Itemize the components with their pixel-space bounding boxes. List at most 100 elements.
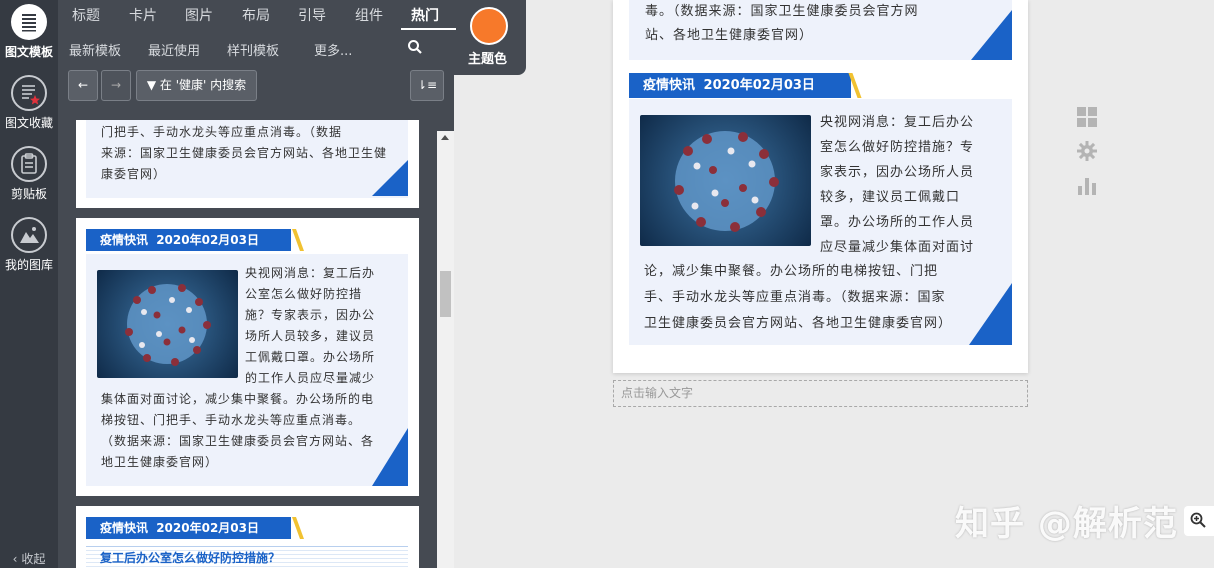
subtab-recent[interactable]: 最近使用 — [148, 40, 200, 59]
text-line: 较多，建议员工佩戴口 — [820, 190, 961, 205]
scroll-thumb[interactable] — [440, 271, 451, 317]
tab-guide[interactable]: 引导 — [298, 5, 326, 25]
list-scrollbar[interactable] — [437, 131, 454, 568]
editor-tag: 疫情快讯 2020年02月03日 — [629, 73, 851, 98]
tab-hot[interactable]: 热门 — [411, 5, 439, 25]
tag-date: 2020年02月03日 — [156, 233, 260, 247]
search-in-label: 在 '健康' 内搜索 — [159, 78, 247, 92]
text-line: 集体面对面讨论，减少集中聚餐。办公场所的电 — [101, 392, 375, 406]
editor-text-full: 论，减少集中聚餐。办公场所的电梯按钮、门把 手、手动水龙头等应重点消毒。（数据来… — [644, 259, 1009, 337]
grid-icon[interactable] — [1076, 106, 1098, 128]
collapse-label: 收起 — [21, 552, 46, 566]
corner-decoration — [372, 428, 408, 486]
text-line: 卫生健康委员会官方网站、各地卫生健康委官网） — [644, 316, 953, 331]
card-tag: 疫情快讯 2020年02月03日 — [86, 229, 291, 251]
search-icon[interactable] — [406, 38, 424, 56]
arrow-right-icon: → — [110, 78, 122, 92]
subtab-sample[interactable]: 样刊模板 — [227, 40, 279, 59]
rail-item-template[interactable]: 图文模板 — [0, 4, 58, 60]
card-subtitle: 复工后办公室怎么做好防控措施？ — [100, 551, 281, 565]
corner-decoration — [971, 10, 1012, 60]
text-line: 家表示，因办公场所人员 — [820, 165, 975, 180]
editor-text-top: 毒。（数据来源：国家卫生健康委员会官方网 站、各地卫生健康委官网） — [645, 0, 1005, 48]
editor-canvas[interactable]: 毒。（数据来源：国家卫生健康委员会官方网 站、各地卫生健康委官网） 疫情快讯 2… — [613, 0, 1028, 373]
tag-stripe — [291, 517, 305, 539]
watermark: 知乎 @解析范 — [955, 504, 1178, 544]
active-tab-indicator — [401, 28, 456, 30]
zoom-in-icon — [1189, 511, 1207, 533]
left-rail: 图文模板 图文收藏 剪贴板 我的图库 ‹ 收起 — [0, 0, 58, 568]
text-line: 室怎么做好防控措施？专 — [820, 140, 975, 155]
text-line: 康委官网） — [101, 167, 167, 181]
rail-label: 图文收藏 — [4, 116, 53, 130]
image-gallery-icon — [11, 217, 47, 253]
tab-title[interactable]: 标题 — [72, 5, 100, 25]
tab-layout[interactable]: 布局 — [242, 5, 270, 25]
search-in-category-button[interactable]: ▼ 在 '健康' 内搜索 — [136, 70, 257, 101]
tag-title: 疫情快讯 — [100, 521, 149, 535]
template-card[interactable]: 疫情快讯 2020年02月03日 央视网消息：复工后办 公室怎么做好防控措 施？… — [76, 218, 419, 496]
rail-label: 图文模板 — [4, 45, 53, 59]
rail-item-gallery[interactable]: 我的图库 — [0, 217, 58, 273]
tab-component[interactable]: 组件 — [355, 5, 383, 25]
template-card[interactable]: 疫情快讯 2020年02月03日 复工后办公室怎么做好防控措施？ — [76, 506, 419, 568]
text-line: 手、手动水龙头等应重点消毒。（数据来源：国家 — [644, 290, 946, 305]
text-line: （数据来源：国家卫生健康委员会官方网站、各 — [101, 434, 375, 448]
filter-icon: ▼ — [146, 78, 157, 92]
text-line: 的工作人员应尽量减少 — [245, 371, 376, 385]
tab-card[interactable]: 卡片 — [129, 5, 157, 25]
theme-color-swatch[interactable] — [470, 7, 508, 45]
tag-title: 疫情快讯 — [643, 78, 696, 93]
corner-decoration — [372, 160, 408, 196]
scroll-up-arrow-icon[interactable] — [441, 135, 449, 140]
sort-icon: ⇂≡ — [416, 78, 438, 92]
menu-list-icon — [11, 4, 47, 40]
text-line: 施？专家表示，因办公 — [245, 308, 376, 322]
text-line: 场所人员较多，建议员 — [245, 329, 376, 343]
rail-label: 我的图库 — [4, 258, 53, 272]
card-tag: 疫情快讯 2020年02月03日 — [86, 517, 291, 539]
text-line: 站、各地卫生健康委官网） — [645, 28, 814, 43]
text-input-area[interactable]: 点击输入文字 — [613, 380, 1028, 407]
virus-image — [640, 115, 811, 246]
template-card[interactable]: 门把手、手动水龙头等应重点消毒。（数据 来源：国家卫生健康委员会官方网站、各地卫… — [76, 120, 419, 208]
subtab-more[interactable]: 更多... — [314, 40, 352, 59]
document-star-icon — [11, 75, 47, 111]
virus-image — [97, 270, 238, 378]
text-line: 梯按钮、门把手、手动水龙头等应重点消毒。 — [101, 413, 362, 427]
card-text-side: 央视网消息：复工后办 公室怎么做好防控措 施？专家表示，因办公 场所人员较多，建… — [245, 263, 395, 389]
text-line: 来源：国家卫生健康委员会官方网站、各地卫生健 — [101, 146, 388, 160]
chevron-left-icon: ‹ — [12, 552, 18, 566]
text-line: 门把手、手动水龙头等应重点消毒。（数据 — [101, 125, 343, 139]
back-button[interactable]: ← — [68, 70, 98, 101]
card-subtitle-bar: 复工后办公室怎么做好防控措施？ — [86, 546, 408, 568]
editor-text-side: 央视网消息：复工后办公 室怎么做好防控措施？专 家表示，因办公场所人员 较多，建… — [820, 110, 1005, 260]
zoom-button[interactable] — [1184, 506, 1214, 536]
bar-chart-icon[interactable] — [1076, 175, 1098, 197]
text-line: 毒。（数据来源：国家卫生健康委员会官方网 — [645, 4, 919, 19]
rail-item-clipboard[interactable]: 剪贴板 — [0, 146, 58, 202]
subtab-latest[interactable]: 最新模板 — [69, 40, 121, 59]
sort-button[interactable]: ⇂≡ — [410, 70, 444, 101]
tag-date: 2020年02月03日 — [703, 78, 815, 93]
text-line: 央视网消息：复工后办 — [245, 266, 376, 280]
gear-icon[interactable] — [1076, 140, 1098, 162]
card-text: 门把手、手动水龙头等应重点消毒。（数据 来源：国家卫生健康委员会官方网站、各地卫… — [101, 122, 401, 185]
collapse-button[interactable]: ‹ 收起 — [0, 550, 58, 567]
forward-button[interactable]: → — [101, 70, 131, 101]
text-line: 公室怎么做好防控措 — [245, 287, 363, 301]
text-line: 工佩戴口罩。办公场所 — [245, 350, 376, 364]
tag-date: 2020年02月03日 — [156, 521, 260, 535]
tab-image[interactable]: 图片 — [185, 5, 213, 25]
theme-color-label: 主题色 — [468, 52, 508, 67]
tag-stripe — [291, 229, 305, 251]
text-line: 罩。办公场所的工作人员 — [820, 215, 975, 230]
text-line: 地卫生健康委官网） — [101, 455, 219, 469]
text-line: 央视网消息：复工后办公 — [820, 115, 975, 130]
text-line: 论，减少集中聚餐。办公场所的电梯按钮、门把 — [644, 264, 939, 279]
rail-item-favorites[interactable]: 图文收藏 — [0, 75, 58, 131]
tag-title: 疫情快讯 — [100, 233, 149, 247]
text-line: 应尽量减少集体面对面讨 — [820, 240, 975, 255]
corner-decoration — [969, 283, 1012, 345]
rail-label: 剪贴板 — [10, 187, 47, 201]
